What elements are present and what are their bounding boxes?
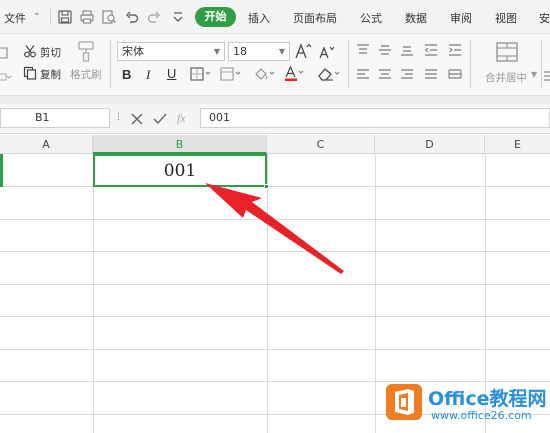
formula-bar: B1 ⋮ fx 001	[0, 104, 550, 134]
font-name-select[interactable]: 宋体 ▼	[117, 42, 225, 61]
formula-input[interactable]: 001	[200, 108, 550, 128]
indent-increase-icon[interactable]	[448, 44, 462, 56]
name-box-value: B1	[35, 111, 50, 124]
tab-review[interactable]: 审阅	[450, 10, 472, 26]
row-line	[0, 349, 550, 350]
indent-decrease-icon[interactable]	[424, 44, 438, 56]
font-size-value: 18	[233, 45, 247, 58]
copy-button[interactable]: 复制	[40, 67, 61, 82]
column-header-d[interactable]: D	[375, 135, 485, 154]
paste-icon[interactable]	[0, 46, 10, 60]
formula-value: 001	[209, 111, 230, 124]
format-painter-icon[interactable]	[76, 40, 96, 62]
italic-icon[interactable]: I	[146, 67, 150, 83]
paste-dropdown-icon[interactable]	[0, 70, 12, 84]
watermark-title: Office教程网	[428, 388, 547, 410]
name-box[interactable]: B1	[0, 108, 110, 128]
fill-color-icon[interactable]	[253, 66, 277, 82]
save-icon[interactable]	[57, 9, 73, 25]
divider	[348, 40, 349, 88]
chevron-down-icon[interactable]: ▼	[279, 43, 285, 60]
align-bottom-icon[interactable]	[400, 44, 414, 56]
office-logo-icon	[386, 384, 422, 420]
column-header-b[interactable]: B	[93, 135, 267, 154]
merge-center-button[interactable]: 合并居中	[485, 70, 527, 85]
print-preview-icon[interactable]	[101, 9, 117, 25]
insert-function-icon[interactable]: fx	[177, 111, 186, 126]
row-line	[0, 284, 550, 285]
chevron-down-icon[interactable]: ⌄	[33, 8, 41, 18]
align-right-icon[interactable]	[400, 69, 414, 81]
column-header-e[interactable]: E	[485, 135, 550, 154]
cancel-icon[interactable]	[131, 113, 143, 125]
toolbar-gap	[0, 96, 550, 104]
wrap-text-icon[interactable]	[544, 70, 550, 82]
align-left-icon[interactable]	[356, 69, 370, 81]
row-line	[0, 316, 550, 317]
chevron-down-icon[interactable]: ▼	[531, 70, 537, 79]
font-size-select[interactable]: 18 ▼	[228, 42, 290, 61]
cut-button[interactable]: 剪切	[40, 45, 61, 60]
watermark-url: www.office26.com	[431, 409, 532, 422]
decrease-font-size-icon[interactable]	[318, 44, 336, 60]
tab-view[interactable]: 视图	[495, 10, 517, 26]
row-line	[0, 219, 550, 220]
row-selection-indicator	[0, 154, 3, 187]
menu-bar: 文件 ⌄ 开始 插入 页面布局 公式 数据 审阅 视图 安	[0, 0, 550, 34]
font-color-icon[interactable]	[284, 65, 306, 82]
tab-data[interactable]: 数据	[405, 10, 427, 26]
cell-b1[interactable]: 001	[93, 154, 267, 187]
undo-icon[interactable]	[124, 9, 140, 25]
distributed-align-icon[interactable]	[448, 69, 462, 81]
column-line	[267, 154, 268, 433]
column-line	[375, 154, 376, 433]
fill-handle[interactable]	[264, 184, 269, 189]
increase-font-size-icon[interactable]	[294, 42, 312, 60]
clear-format-icon[interactable]	[316, 66, 342, 82]
tab-home[interactable]: 开始	[195, 7, 236, 27]
align-top-icon[interactable]	[356, 44, 370, 56]
redo-icon[interactable]	[146, 9, 162, 25]
column-line	[93, 154, 94, 433]
justify-icon[interactable]	[424, 69, 438, 81]
cell-style-icon[interactable]	[220, 67, 242, 81]
tab-formulas[interactable]: 公式	[360, 10, 382, 26]
ribbon-toolbar: 剪切 复制 格式刷 宋体 ▼ 18 ▼ B I U 合并居中 ▼	[0, 34, 550, 96]
resize-handle-icon[interactable]: ⋮	[114, 112, 123, 122]
divider	[50, 9, 51, 25]
tab-insert[interactable]: 插入	[248, 10, 270, 26]
merge-center-icon[interactable]	[496, 42, 518, 62]
row-line	[0, 186, 550, 187]
tab-security[interactable]: 安	[539, 10, 550, 26]
underline-icon[interactable]: U	[167, 66, 176, 81]
menu-file[interactable]: 文件	[4, 10, 26, 26]
divider	[110, 40, 111, 88]
confirm-icon[interactable]	[153, 113, 167, 125]
column-header-a[interactable]: A	[0, 135, 93, 154]
scissors-icon[interactable]	[23, 44, 37, 58]
column-header-c[interactable]: C	[267, 135, 375, 154]
borders-icon[interactable]	[190, 67, 212, 81]
bold-icon[interactable]: B	[122, 67, 131, 82]
chevron-down-icon[interactable]: ▼	[214, 43, 220, 60]
align-middle-icon[interactable]	[378, 44, 392, 56]
font-name-value: 宋体	[122, 45, 144, 58]
tab-page-layout[interactable]: 页面布局	[293, 10, 337, 26]
customize-toolbar-icon[interactable]	[170, 9, 186, 25]
row-line	[0, 381, 550, 382]
print-icon[interactable]	[79, 9, 95, 25]
divider	[470, 40, 471, 88]
row-line	[0, 251, 550, 252]
format-painter-button[interactable]: 格式刷	[70, 67, 102, 82]
align-center-icon[interactable]	[378, 69, 392, 81]
copy-icon[interactable]	[23, 66, 37, 80]
divider	[541, 40, 542, 88]
